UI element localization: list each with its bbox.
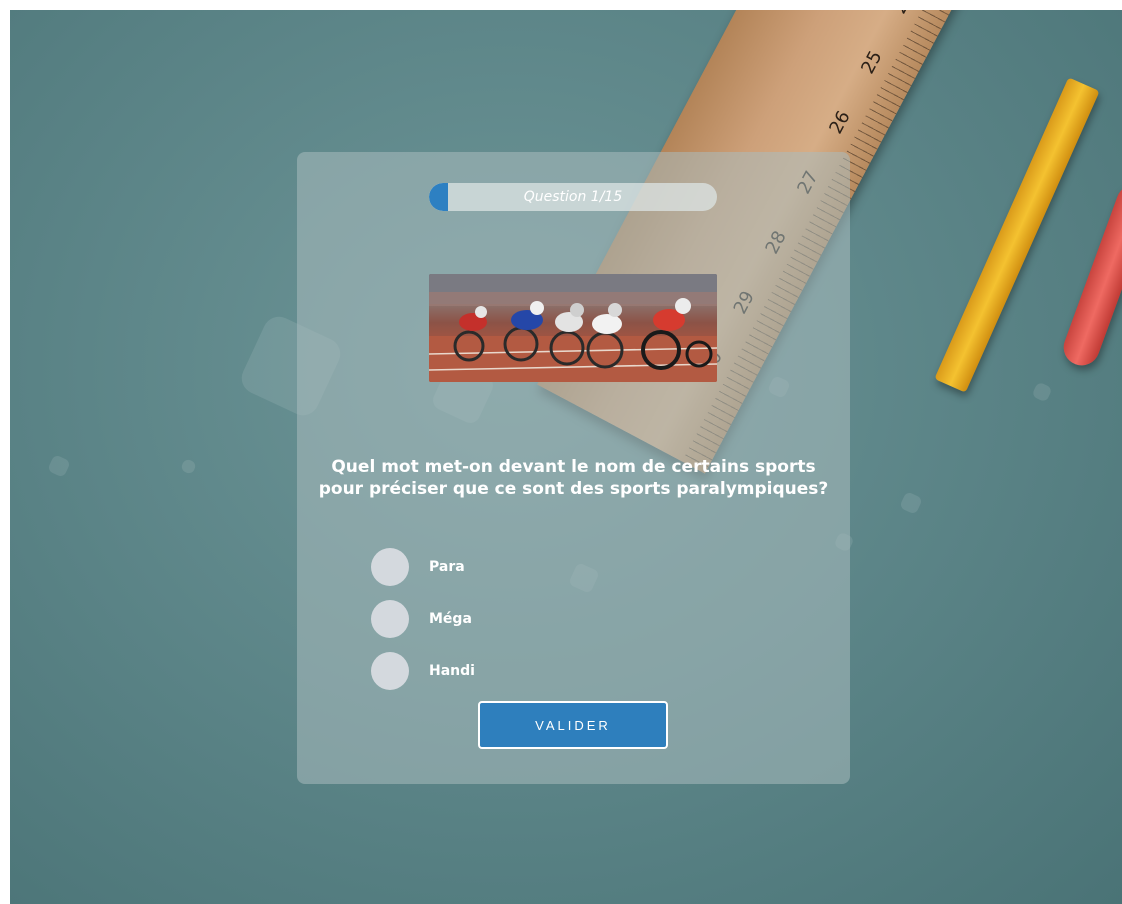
validate-button[interactable]: VALIDER <box>478 701 668 749</box>
decorative-square <box>899 491 923 515</box>
decorative-square <box>47 454 71 478</box>
answer-label: Méga <box>429 611 472 627</box>
radio-button[interactable] <box>371 652 409 690</box>
answer-options: Para Méga Handi <box>371 548 475 704</box>
answer-label: Handi <box>429 663 475 679</box>
quiz-card: Question 1/15 Quel mot met-on devant le … <box>297 152 850 784</box>
answer-option-para[interactable]: Para <box>371 548 475 586</box>
progress-label: Question 1/15 <box>523 189 623 205</box>
red-pencil <box>1058 179 1122 371</box>
radio-button[interactable] <box>371 548 409 586</box>
ruler-number: 24 <box>889 10 918 17</box>
ruler-number: 26 <box>825 107 855 138</box>
answer-label: Para <box>429 559 465 575</box>
decorative-square <box>179 457 198 476</box>
photo-illustration <box>429 274 717 382</box>
question-text: Quel mot met-on devant le nom de certain… <box>318 457 829 499</box>
ruler-number: 25 <box>857 47 887 78</box>
answer-option-mega[interactable]: Méga <box>371 600 475 638</box>
wheelchair-racing-photo <box>429 274 717 382</box>
radio-button[interactable] <box>371 600 409 638</box>
answer-option-handi[interactable]: Handi <box>371 652 475 690</box>
question-progress-bar: Question 1/15 <box>429 183 717 211</box>
decorative-square <box>1031 381 1053 403</box>
